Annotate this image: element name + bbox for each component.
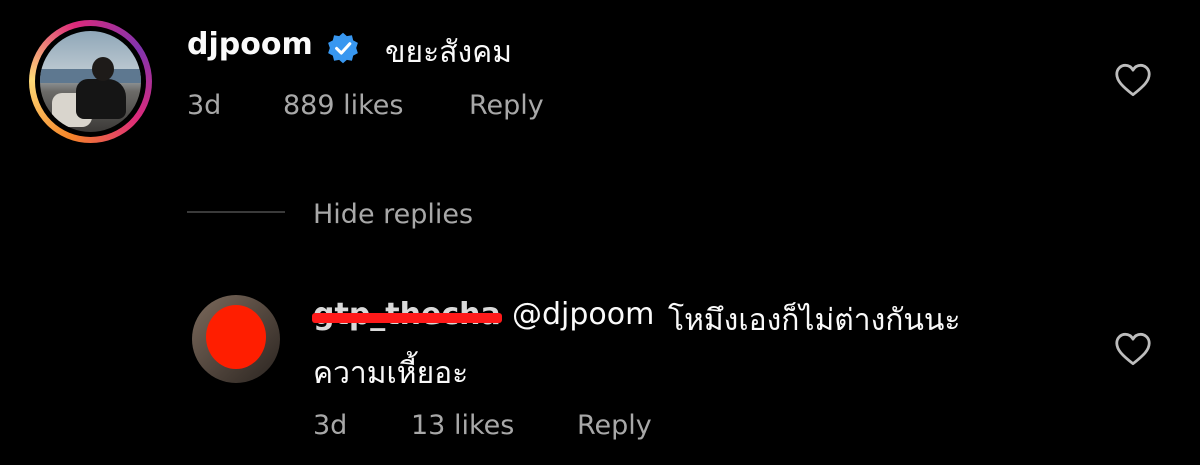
verified-badge-icon <box>328 32 358 64</box>
comment-like-count[interactable]: 889 likes <box>283 90 403 121</box>
avatar-person-body <box>76 79 126 119</box>
username-redaction-line <box>312 313 502 323</box>
reply-to-reply-button[interactable]: Reply <box>577 410 652 441</box>
replies-divider <box>187 211 285 213</box>
heart-outline-icon[interactable] <box>1114 332 1152 366</box>
avatar-redaction <box>206 305 266 369</box>
reply-timestamp: 3d <box>313 410 348 441</box>
reply-avatar[interactable] <box>192 295 280 383</box>
reply-text-line1: โหมึงเองก็ไม่ต่างกันนะ <box>668 303 961 338</box>
avatar-person-head <box>92 57 114 81</box>
mention-link[interactable]: @djpoom <box>512 297 654 332</box>
hide-replies-button[interactable]: Hide replies <box>313 199 473 230</box>
reply-like-count[interactable]: 13 likes <box>411 410 514 441</box>
reply-text-line2: ความเหี้ยอะ <box>313 356 469 391</box>
comment-username[interactable]: djpoom <box>187 27 313 62</box>
reply-button[interactable]: Reply <box>469 90 544 121</box>
heart-outline-icon[interactable] <box>1114 63 1152 97</box>
comment-text: ขยะสังคม <box>385 35 513 70</box>
comment-timestamp: 3d <box>187 90 222 121</box>
avatar[interactable] <box>40 31 141 132</box>
